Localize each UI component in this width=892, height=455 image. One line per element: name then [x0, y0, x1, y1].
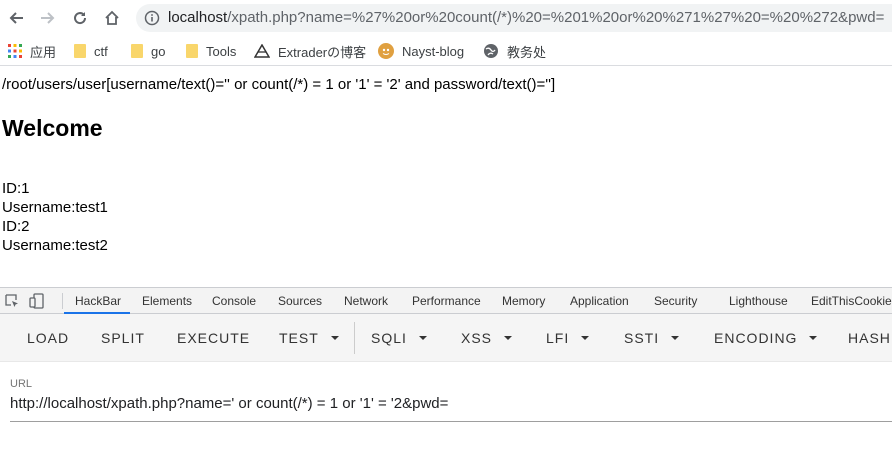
bookmark-nayst[interactable]: Nayst-blog [378, 42, 464, 60]
bookmark-extrader[interactable]: Extraderの博客 [254, 42, 366, 60]
home-icon [105, 10, 119, 25]
url-field-label: URL [10, 378, 33, 390]
forward-button[interactable] [37, 7, 59, 29]
inspect-element-icon[interactable] [4, 293, 20, 314]
bookmark-label: Extraderの博客 [278, 44, 367, 60]
bookmark-label: Nayst-blog [402, 43, 465, 59]
tab-editthiscookie[interactable]: EditThisCookie [811, 294, 892, 308]
bookmark-jiaowuchu[interactable]: 教务处 [483, 42, 546, 60]
bookmark-tools[interactable]: Tools [186, 42, 236, 60]
result-username-2: Username:test2 [2, 237, 108, 254]
extrader-logo-icon [254, 44, 270, 58]
devtools-tab-bar: HackBar Elements Console Sources Network… [0, 287, 892, 314]
bookmark-ctf[interactable]: ctf [74, 42, 108, 60]
lfi-dropdown[interactable]: LFI [546, 330, 590, 346]
welcome-heading: Welcome [2, 115, 103, 141]
tab-console[interactable]: Console [212, 294, 256, 308]
bookmark-label: 应用 [30, 44, 57, 60]
home-button[interactable] [101, 7, 123, 29]
hash-dropdown[interactable]: HASH [848, 330, 891, 346]
tab-sources[interactable]: Sources [278, 294, 322, 308]
tab-memory[interactable]: Memory [502, 294, 545, 308]
devtools-separator [62, 293, 63, 309]
bookmark-label: go [151, 43, 166, 59]
address-bar-url: localhost/xpath.php?name=%27%20or%20coun… [168, 9, 885, 26]
bookmark-label: Tools [206, 43, 237, 59]
reload-button[interactable] [69, 7, 91, 29]
back-arrow-icon [9, 12, 23, 24]
ssti-dropdown[interactable]: SSTI [624, 330, 680, 346]
chevron-down-icon [418, 336, 427, 340]
load-button[interactable]: LOAD [27, 330, 69, 346]
folder-icon [186, 44, 198, 58]
hackbar-url-panel: URL http://localhost/xpath.php?name=' or… [0, 362, 892, 455]
chevron-down-icon [581, 336, 590, 340]
reload-icon [74, 12, 87, 25]
chevron-down-icon [671, 336, 680, 340]
folder-icon [131, 44, 143, 58]
test-dropdown[interactable]: TEST [279, 330, 339, 346]
chevron-down-icon [330, 336, 339, 340]
bookmark-label: ctf [94, 43, 108, 59]
url-field[interactable]: http://localhost/xpath.php?name=' or cou… [10, 395, 448, 412]
tab-network[interactable]: Network [344, 294, 388, 308]
chevron-down-icon [504, 336, 513, 340]
chevron-down-icon [809, 336, 818, 340]
xss-dropdown[interactable]: XSS [461, 330, 513, 346]
nayst-avatar-icon [378, 43, 394, 59]
apps-grid-icon [8, 44, 22, 58]
tab-security[interactable]: Security [654, 294, 697, 308]
bookmarks-bar: 应用 ctf go Tools Extraderの博客 Nayst-blog 教… [0, 36, 892, 66]
tab-application[interactable]: Application [570, 294, 629, 308]
execute-button[interactable]: EXECUTE [177, 330, 250, 346]
xpath-query-text: /root/users/user[username/text()='' or c… [2, 76, 556, 93]
bookmark-go[interactable]: go [131, 42, 165, 60]
result-username-1: Username:test1 [2, 199, 108, 216]
encoding-dropdown[interactable]: ENCODING [714, 330, 818, 346]
result-id-2: ID:2 [2, 218, 30, 235]
device-toolbar-icon[interactable] [29, 293, 45, 314]
folder-icon [74, 44, 86, 58]
url-field-underline [10, 421, 892, 422]
bookmark-label: 教务处 [507, 44, 547, 60]
result-id-1: ID:1 [2, 180, 30, 197]
bookmark-apps[interactable]: 应用 [8, 42, 56, 60]
split-button[interactable]: SPLIT [101, 330, 145, 346]
hackbar-toolbar: LOAD SPLIT EXECUTE TEST SQLI XSS LFI SST… [0, 314, 892, 362]
browser-toolbar: localhost/xpath.php?name=%27%20or%20coun… [0, 0, 892, 36]
address-bar[interactable]: localhost/xpath.php?name=%27%20or%20coun… [136, 4, 892, 32]
toolbar-divider [354, 322, 355, 354]
tab-elements[interactable]: Elements [142, 294, 192, 308]
globe-icon [483, 43, 499, 59]
tab-hackbar[interactable]: HackBar [75, 294, 121, 308]
info-icon[interactable] [144, 10, 160, 31]
forward-arrow-icon [41, 12, 55, 24]
back-button[interactable] [5, 7, 27, 29]
sqli-dropdown[interactable]: SQLI [371, 330, 427, 346]
tab-lighthouse[interactable]: Lighthouse [729, 294, 788, 308]
tab-performance[interactable]: Performance [412, 294, 481, 308]
